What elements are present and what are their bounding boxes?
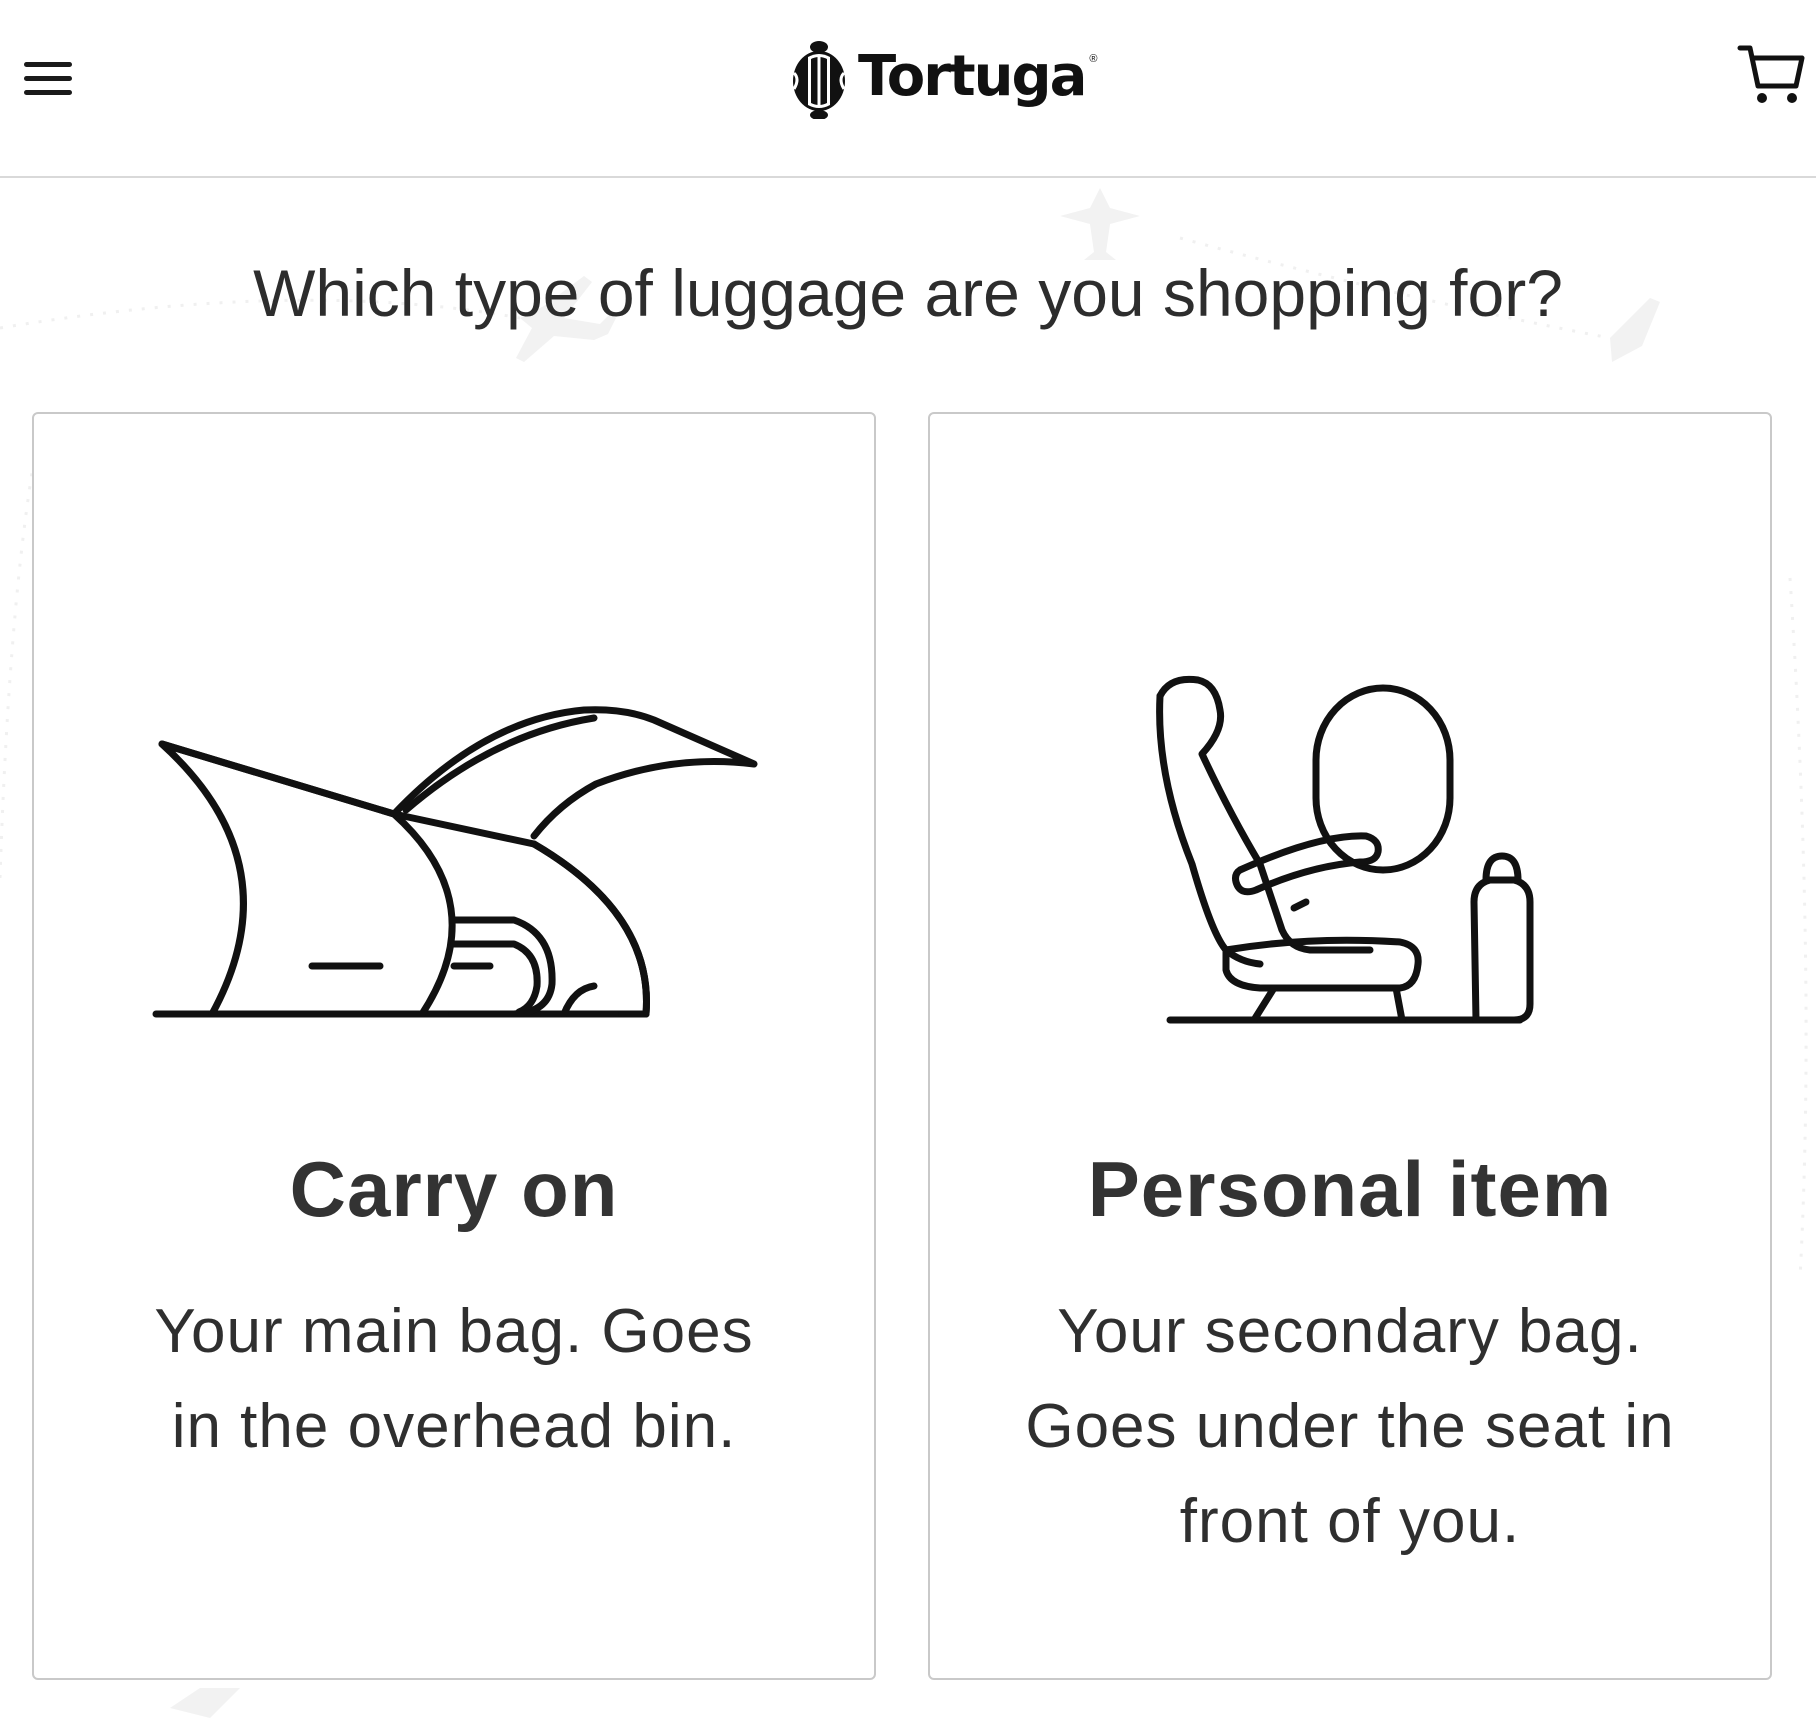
page-question: Which type of luggage are you shopping f… <box>253 256 1563 330</box>
airplane-seat-icon <box>1156 675 1534 1024</box>
site-header: Tortuga ® <box>0 0 1816 178</box>
page: Tortuga ® Which type of luggage are you … <box>0 0 1816 1722</box>
option-card-carry-on[interactable]: Carry on Your main bag. Goes in the over… <box>32 412 876 1680</box>
option-description: Your main bag. Goes in the overhead bin. <box>154 1297 754 1461</box>
option-title: Carry on <box>289 1145 619 1233</box>
overhead-bin-icon <box>152 706 758 1018</box>
option-card-personal-item[interactable]: Personal item Your secondary bag. Goes u… <box>928 412 1772 1680</box>
option-description: Your secondary bag. Goes under the seat … <box>1025 1297 1675 1556</box>
option-title: Personal item <box>1087 1145 1613 1233</box>
shopping-cart-icon[interactable] <box>1736 40 1806 110</box>
turtle-shell-icon <box>792 41 846 119</box>
brand-name: Tortuga <box>858 44 1087 109</box>
brand-logo[interactable]: Tortuga ® <box>790 34 1103 124</box>
hamburger-menu-icon[interactable] <box>18 54 78 102</box>
registered-mark: ® <box>1089 53 1098 65</box>
